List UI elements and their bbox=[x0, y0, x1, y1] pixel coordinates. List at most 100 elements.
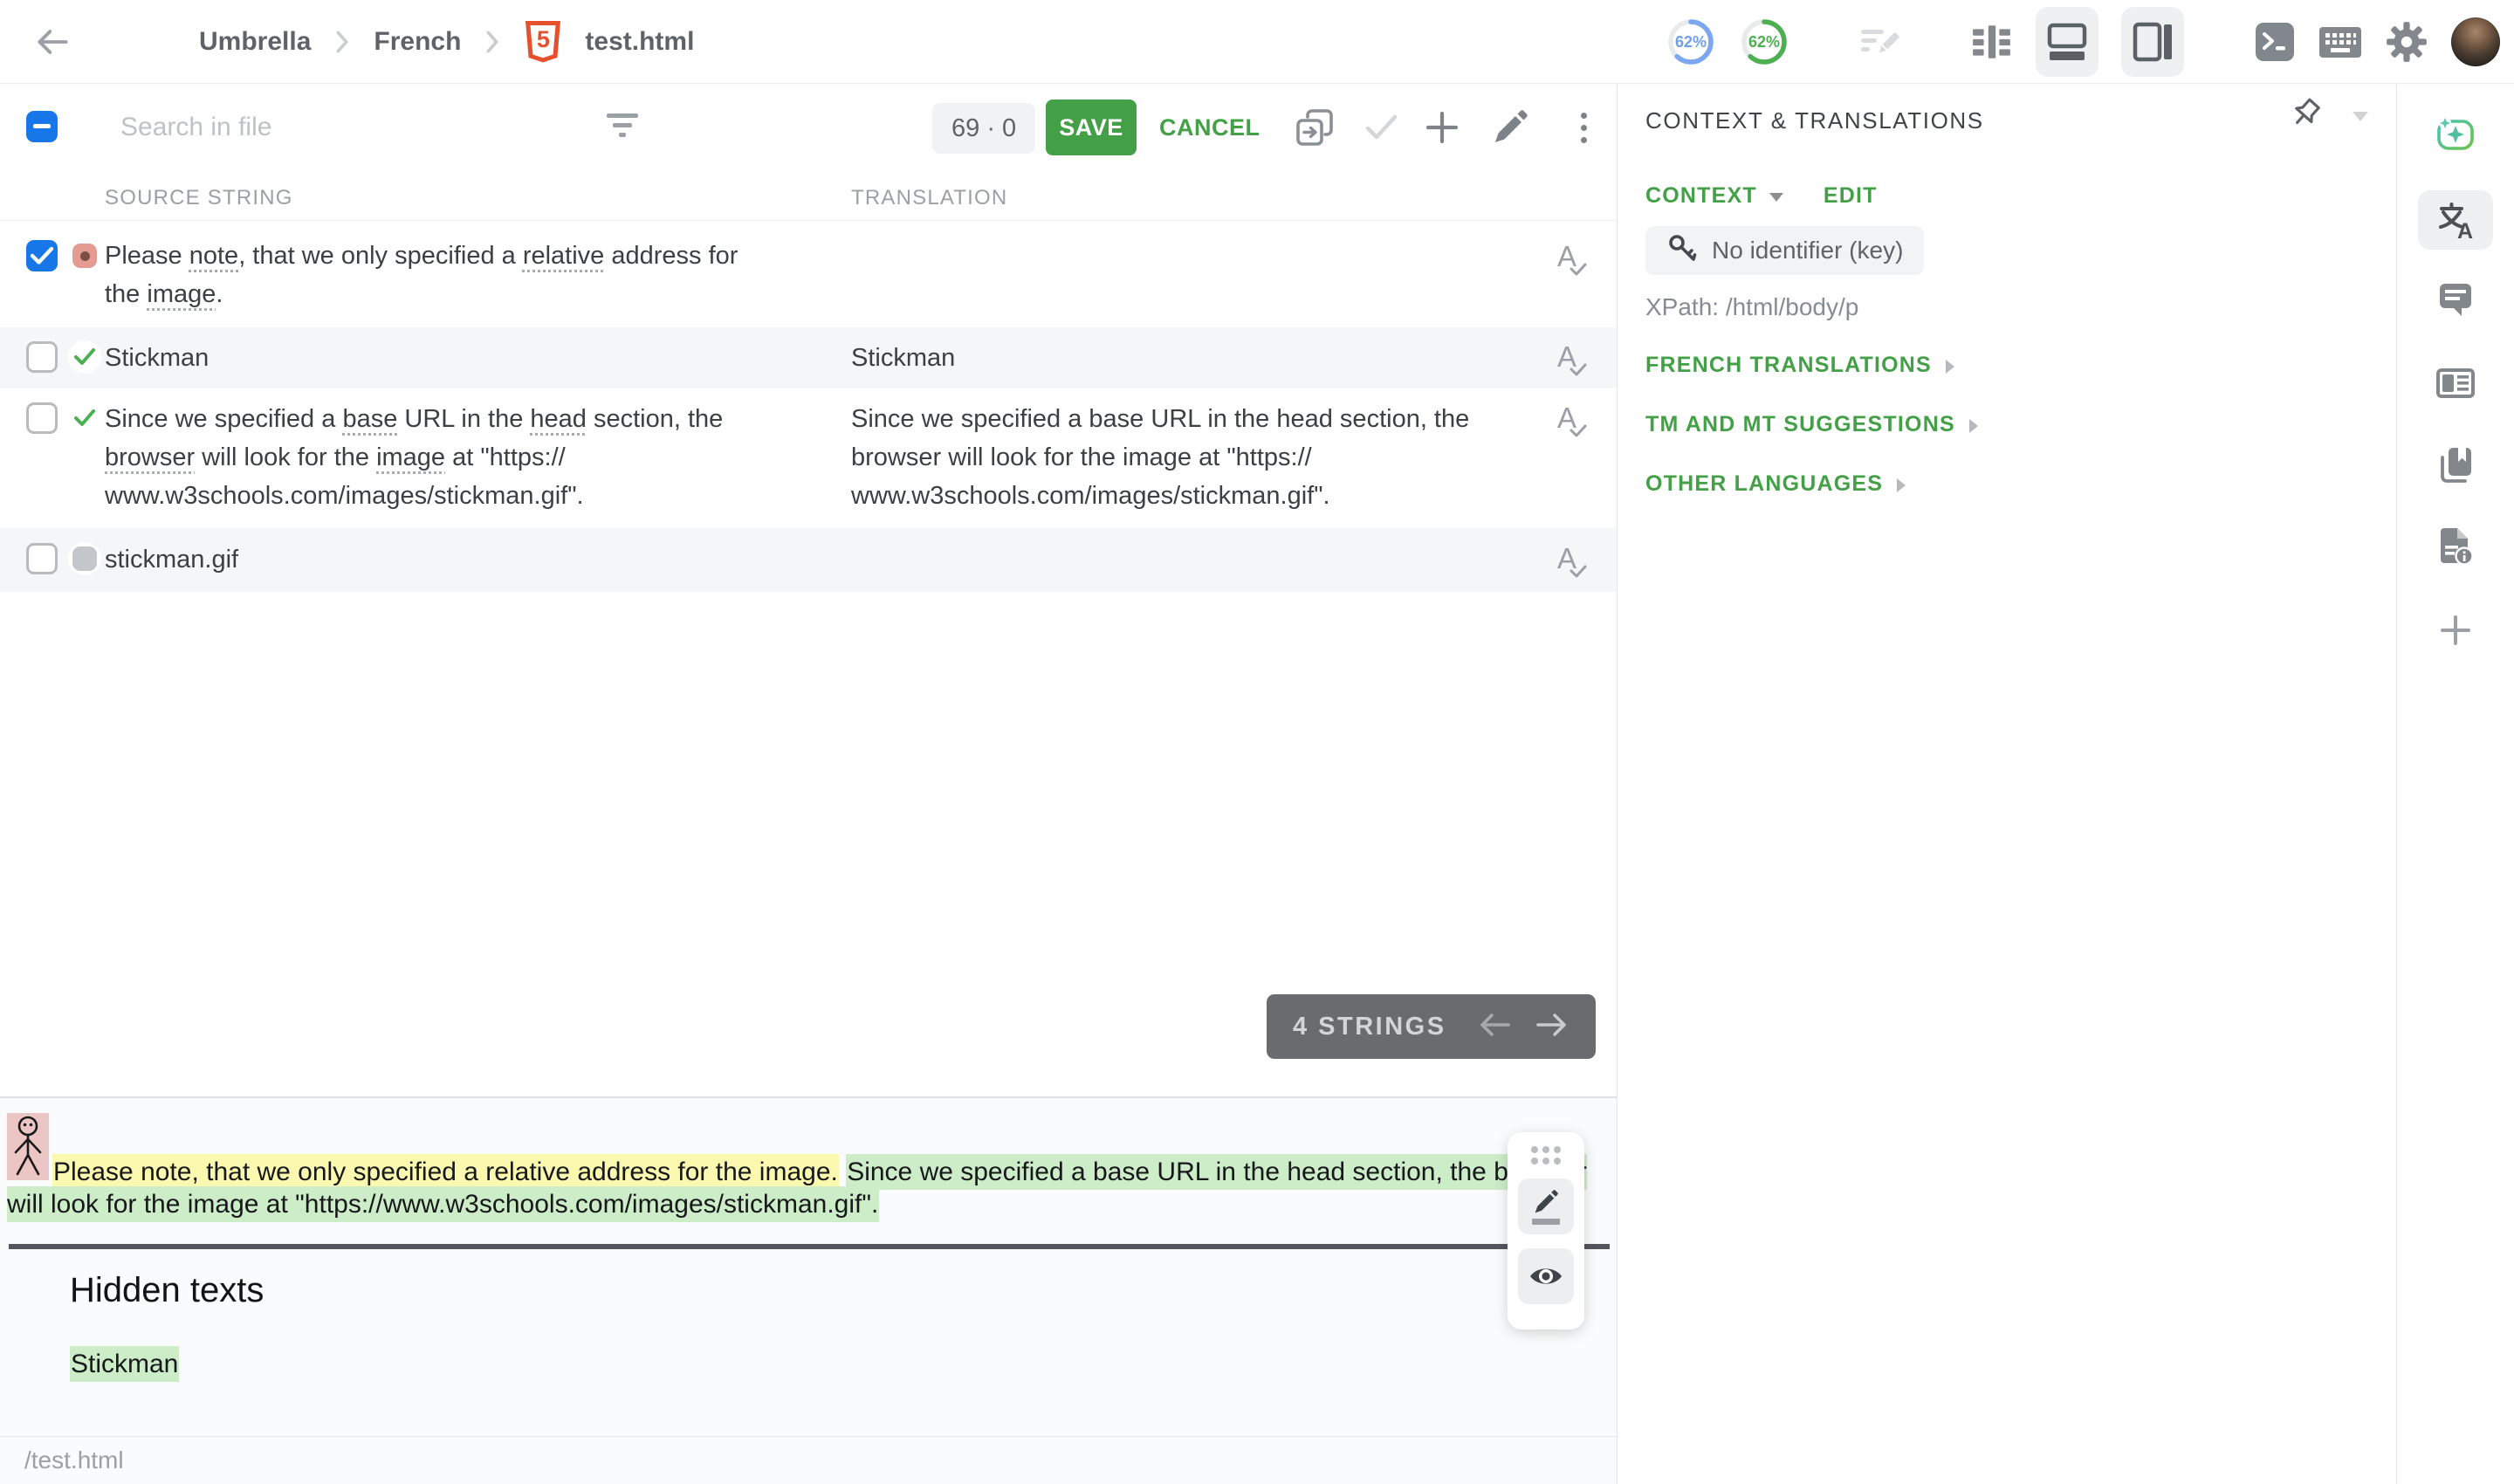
preview-paragraph[interactable]: Please note, that we only specified a re… bbox=[7, 1113, 1616, 1220]
kebab-menu-icon[interactable] bbox=[1563, 106, 1604, 148]
glossary-icon[interactable] bbox=[2435, 444, 2476, 486]
context-dropdown[interactable]: CONTEXT bbox=[1645, 183, 1757, 209]
translation-cell[interactable]: Stickman bbox=[851, 339, 1549, 377]
gear-icon[interactable] bbox=[2385, 20, 2428, 64]
spellcheck-icon[interactable]: A bbox=[1556, 240, 1594, 282]
chevron-down-icon[interactable] bbox=[2353, 112, 2368, 121]
breadcrumb-language[interactable]: French bbox=[374, 27, 461, 57]
strings-count-label: 4 STRINGS bbox=[1293, 1013, 1446, 1041]
cancel-button[interactable]: CANCEL bbox=[1159, 100, 1260, 155]
html5-icon: 5 bbox=[524, 21, 562, 63]
translation-cell[interactable]: Since we specified a base URL in the hea… bbox=[851, 400, 1549, 515]
row-checkbox[interactable] bbox=[26, 341, 58, 373]
pin-icon[interactable] bbox=[2285, 96, 2325, 136]
topbar: Umbrella French 5 test.html bbox=[0, 0, 2514, 84]
hidden-text-item[interactable]: Stickman bbox=[70, 1350, 179, 1379]
breadcrumb-project[interactable]: Umbrella bbox=[199, 27, 311, 57]
strings-toolbar: 69 · 0 SAVE CANCEL bbox=[0, 84, 1617, 175]
arrow-right-icon[interactable] bbox=[1535, 1011, 1570, 1043]
table-row[interactable]: Stickman Stickman A bbox=[0, 327, 1617, 388]
breadcrumb: Umbrella French 5 test.html bbox=[199, 21, 694, 63]
column-source: SOURCE STRING bbox=[105, 175, 293, 221]
row-checkbox[interactable] bbox=[26, 543, 58, 574]
chevron-right-icon bbox=[333, 31, 351, 53]
chevron-right-icon bbox=[484, 31, 501, 53]
file-path: /test.html bbox=[24, 1446, 124, 1474]
approve-check-icon bbox=[1361, 106, 1403, 148]
arrow-left-icon[interactable] bbox=[1477, 1011, 1512, 1043]
source-string[interactable]: Since we specified a base URL in the hea… bbox=[105, 400, 775, 515]
file-path-bar: /test.html bbox=[0, 1436, 1617, 1484]
chevron-right-icon bbox=[1946, 360, 1954, 374]
bottom-panel-icon[interactable] bbox=[2036, 7, 2098, 77]
breadcrumb-file[interactable]: test.html bbox=[585, 27, 694, 57]
preview-floating-toolbar bbox=[1508, 1132, 1584, 1329]
preview-hr bbox=[9, 1244, 1610, 1249]
context-card-icon[interactable] bbox=[2435, 362, 2476, 404]
key-icon bbox=[1666, 232, 1698, 270]
drag-handle-icon[interactable] bbox=[1531, 1146, 1561, 1165]
strings-count-badge: 4 STRINGS bbox=[1267, 994, 1596, 1059]
sidebar-title: CONTEXT & TRANSLATIONS bbox=[1645, 107, 1984, 134]
select-all-checkbox[interactable] bbox=[26, 111, 58, 142]
right-panel-icon[interactable] bbox=[2121, 7, 2184, 77]
menu-icon[interactable] bbox=[108, 31, 141, 53]
column-translation: TRANSLATION bbox=[851, 175, 1007, 221]
spellcheck-icon[interactable]: A bbox=[1556, 542, 1594, 584]
save-button[interactable]: SAVE bbox=[1046, 100, 1137, 155]
status-hidden-icon bbox=[68, 542, 101, 575]
string-counter: 69 · 0 bbox=[932, 103, 1035, 154]
status-translated-icon bbox=[68, 340, 101, 374]
search-input[interactable] bbox=[120, 106, 574, 149]
edit-pencil-icon[interactable] bbox=[1518, 1178, 1574, 1234]
source-string[interactable]: stickman.gif bbox=[105, 540, 775, 579]
translate-icon[interactable]: A bbox=[2435, 199, 2476, 241]
strings-panel: 69 · 0 SAVE CANCEL SOURCE STRING TRANSLA… bbox=[0, 84, 1618, 1484]
table-row[interactable]: Please note, that we only specified a re… bbox=[0, 221, 1617, 327]
key-identifier-chip[interactable]: No identifier (key) bbox=[1645, 226, 1924, 275]
html-preview: Please note, that we only specified a re… bbox=[0, 1098, 1617, 1436]
document-info-icon[interactable] bbox=[2435, 526, 2476, 567]
table-row[interactable]: Since we specified a base URL in the hea… bbox=[0, 388, 1617, 528]
row-checkbox[interactable] bbox=[26, 402, 58, 434]
chevron-down-icon bbox=[1769, 193, 1783, 202]
progress-ring-source: 62% bbox=[1666, 17, 1716, 67]
status-translated-icon bbox=[68, 402, 101, 435]
chevron-right-icon bbox=[1897, 478, 1906, 492]
add-panel-icon[interactable] bbox=[2435, 609, 2476, 651]
duplicate-apply-icon[interactable] bbox=[1294, 106, 1336, 148]
spellcheck-icon[interactable]: A bbox=[1556, 340, 1594, 382]
edit-tasks-disabled-icon bbox=[1859, 23, 1901, 61]
section-french-translations[interactable]: FRENCH TRANSLATIONS bbox=[1645, 353, 1954, 378]
key-identifier-label: No identifier (key) bbox=[1712, 237, 1903, 265]
avatar[interactable] bbox=[2451, 17, 2500, 66]
status-untranslated-icon bbox=[68, 239, 101, 272]
table-columns-icon[interactable] bbox=[1971, 22, 2013, 62]
keyboard-shortcuts-icon[interactable] bbox=[2318, 21, 2362, 63]
add-string-icon[interactable] bbox=[1421, 106, 1463, 148]
ai-assistant-icon[interactable] bbox=[2435, 113, 2476, 155]
context-sidebar: CONTEXT & TRANSLATIONS CONTEXT EDIT No i… bbox=[1618, 84, 2397, 1484]
table-row[interactable]: stickman.gif A bbox=[0, 528, 1617, 592]
chevron-right-icon bbox=[1969, 419, 1978, 433]
hidden-texts-heading: Hidden texts bbox=[70, 1271, 264, 1310]
section-tm-mt-suggestions[interactable]: TM AND MT SUGGESTIONS bbox=[1645, 412, 1978, 437]
comments-icon[interactable] bbox=[2435, 279, 2476, 321]
table-header: SOURCE STRING TRANSLATION bbox=[0, 175, 1617, 221]
stickman-image[interactable] bbox=[7, 1113, 49, 1180]
eye-icon[interactable] bbox=[1518, 1248, 1574, 1304]
edit-context-button[interactable]: EDIT bbox=[1824, 183, 1878, 209]
back-arrow-icon[interactable] bbox=[33, 23, 72, 61]
svg-text:A: A bbox=[2457, 219, 2473, 240]
spellcheck-icon[interactable]: A bbox=[1556, 402, 1594, 443]
right-icon-rail: A bbox=[2397, 84, 2514, 1484]
row-checkbox[interactable] bbox=[26, 240, 58, 271]
terminal-icon[interactable] bbox=[2254, 21, 2296, 63]
filter-icon[interactable] bbox=[607, 113, 640, 141]
progress-ring-target: 62% bbox=[1739, 17, 1789, 67]
edit-pencil-icon[interactable] bbox=[1489, 106, 1531, 148]
xpath-label: XPath: /html/body/p bbox=[1645, 293, 1858, 321]
source-string[interactable]: Please note, that we only specified a re… bbox=[105, 237, 775, 313]
section-other-languages[interactable]: OTHER LANGUAGES bbox=[1645, 471, 1906, 497]
source-string[interactable]: Stickman bbox=[105, 339, 775, 377]
